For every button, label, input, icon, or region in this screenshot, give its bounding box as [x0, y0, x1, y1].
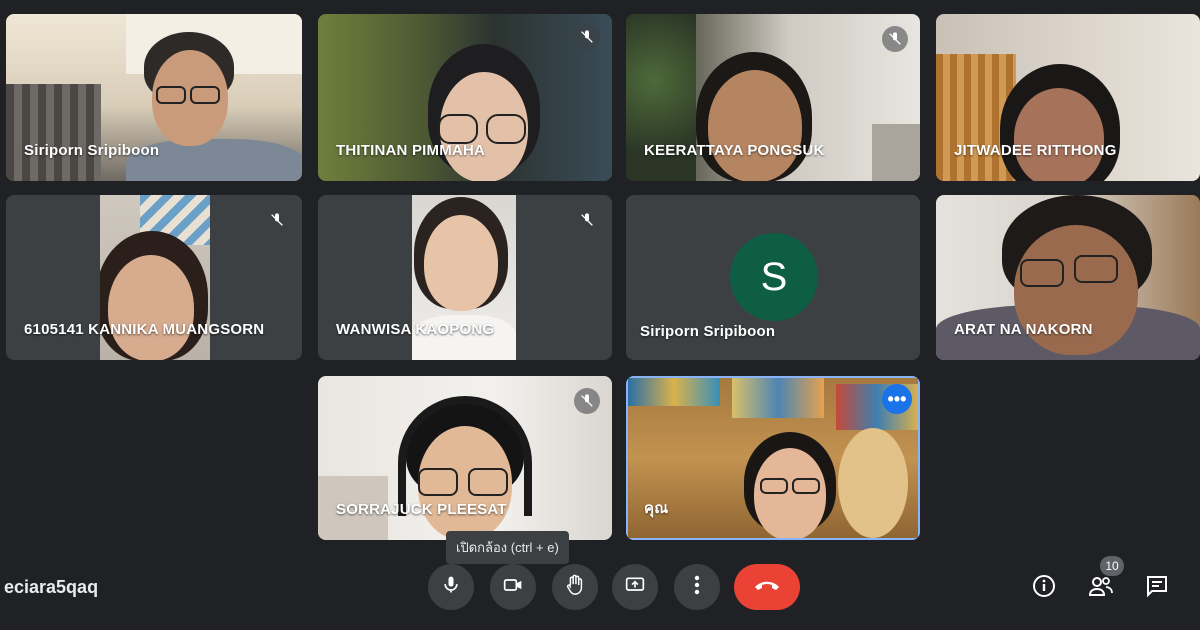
raise-hand-icon: [564, 574, 586, 601]
participant-tile[interactable]: Siriporn Sripiboon: [6, 14, 302, 181]
chat-button[interactable]: [1143, 574, 1171, 602]
participant-name: KEERATTAYA PONGSUK: [644, 142, 825, 159]
raise-hand-button[interactable]: [552, 564, 598, 610]
participant-tile[interactable]: THITINAN PIMMAHA: [318, 14, 612, 181]
participant-name: Siriporn Sripiboon: [640, 323, 776, 340]
participant-name: JITWADEE RITTHONG: [954, 142, 1117, 159]
present-screen-button[interactable]: [612, 564, 658, 610]
participant-tile[interactable]: JITWADEE RITTHONG: [936, 14, 1200, 181]
people-button[interactable]: [1087, 574, 1115, 602]
more-options-button[interactable]: [674, 564, 720, 610]
info-icon: [1032, 574, 1056, 603]
mic-muted-icon: [574, 207, 600, 233]
participant-avatar: S: [730, 233, 818, 321]
participant-name: คุณ: [644, 500, 669, 517]
more-options-button[interactable]: •••: [882, 384, 912, 414]
participant-tile[interactable]: KEERATTAYA PONGSUK: [626, 14, 920, 181]
microphone-icon: [441, 575, 461, 600]
meeting-code: eciara5qaq: [4, 577, 99, 597]
present-screen-icon: [624, 575, 646, 600]
participant-tile[interactable]: ARAT NA NAKORN: [936, 195, 1200, 360]
chat-icon: [1145, 574, 1169, 603]
camera-button[interactable]: [490, 564, 536, 610]
end-call-icon: [753, 578, 781, 597]
people-icon: [1088, 575, 1114, 602]
mic-muted-icon: [264, 207, 290, 233]
participant-name: 6105141 KANNIKA MUANGSORN: [24, 321, 265, 338]
participant-tile[interactable]: 6105141 KANNIKA MUANGSORN: [6, 195, 302, 360]
microphone-button[interactable]: [428, 564, 474, 610]
mic-muted-icon: [574, 388, 600, 414]
participant-name: Siriporn Sripiboon: [24, 142, 160, 159]
participant-video: [628, 378, 918, 538]
participant-name: SORRAJUCK PLEESAT: [336, 501, 507, 518]
participant-name: WANWISA KAOPONG: [336, 321, 495, 338]
end-call-button[interactable]: [734, 564, 800, 610]
participant-tile-self[interactable]: ••• คุณ: [626, 376, 920, 540]
more-options-icon: [694, 575, 700, 600]
camera-icon: [502, 575, 524, 600]
mic-muted-icon: [574, 24, 600, 50]
participant-tile[interactable]: WANWISA KAOPONG: [318, 195, 612, 360]
mic-muted-icon: [882, 26, 908, 52]
info-button[interactable]: [1030, 574, 1058, 602]
participant-name: ARAT NA NAKORN: [954, 321, 1093, 338]
participant-count-badge: 10: [1100, 556, 1124, 576]
participant-name: THITINAN PIMMAHA: [336, 142, 486, 159]
participant-tile[interactable]: SORRAJUCK PLEESAT: [318, 376, 612, 540]
camera-tooltip: เปิดกล้อง (ctrl + e): [446, 531, 569, 564]
participant-tile[interactable]: S Siriporn Sripiboon: [626, 195, 920, 360]
